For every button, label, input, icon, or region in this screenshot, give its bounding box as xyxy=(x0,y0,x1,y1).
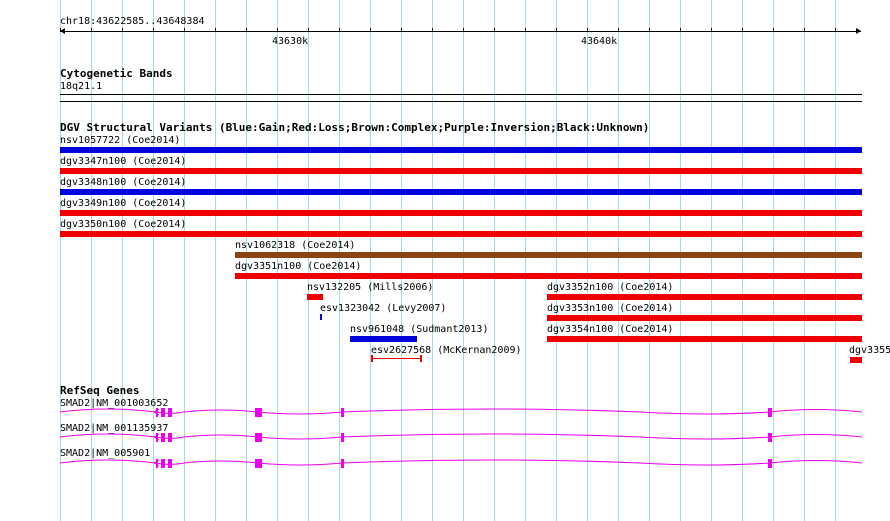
ruler-tick xyxy=(556,28,557,31)
variant-label: dgv3355 xyxy=(849,345,890,356)
exon xyxy=(255,459,262,468)
exon xyxy=(341,459,344,468)
ruler-tick xyxy=(432,28,433,31)
variant-bar[interactable] xyxy=(320,314,322,320)
exon xyxy=(161,408,165,417)
ruler-tick xyxy=(742,28,743,31)
ruler-location: chr18:43622585..43648384 xyxy=(60,16,205,27)
variant-bar[interactable] xyxy=(547,294,862,300)
variant-label: dgv3352n100 (Coe2014) xyxy=(547,282,674,293)
variant-label: dgv3350n100 (Coe2014) xyxy=(60,219,187,230)
cytoband-top-line xyxy=(60,94,862,95)
ruler-tick-label-43630k: 43630k xyxy=(272,36,309,47)
exon xyxy=(768,459,772,468)
variant-label: nsv1057722 (Coe2014) xyxy=(60,135,181,146)
ruler-tick xyxy=(370,28,371,31)
ruler-tick xyxy=(153,28,154,31)
ruler-tick xyxy=(308,28,309,31)
variant-bar[interactable] xyxy=(307,294,323,300)
variant-label: dgv3347n100 (Coe2014) xyxy=(60,156,187,167)
ruler-tick xyxy=(773,28,774,31)
ruler-tick-label-43640k: 43640k xyxy=(581,36,618,47)
ruler-tick xyxy=(277,28,278,31)
ruler-tick xyxy=(122,28,123,31)
variant-bar[interactable] xyxy=(350,336,417,342)
cytoband-track-title: Cytogenetic Bands xyxy=(60,67,173,80)
ruler-tick xyxy=(711,28,712,31)
gene-model[interactable] xyxy=(60,404,862,424)
variant-label: nsv132205 (Mills2006) xyxy=(307,282,434,293)
variant-label: dgv3353n100 (Coe2014) xyxy=(547,303,674,314)
ruler-tick xyxy=(494,28,495,31)
exon xyxy=(768,433,772,442)
ruler-axis xyxy=(60,31,861,32)
ruler-tick xyxy=(835,28,836,31)
variant-label: dgv3351n100 (Coe2014) xyxy=(235,261,362,272)
variant-label: dgv3354n100 (Coe2014) xyxy=(547,324,674,335)
variant-bar[interactable] xyxy=(60,231,862,237)
variant-bar[interactable] xyxy=(235,273,862,279)
exon xyxy=(168,459,172,468)
exon xyxy=(168,433,172,442)
ruler-right-arrow-icon xyxy=(856,28,861,34)
ruler-tick xyxy=(463,28,464,31)
exon xyxy=(255,408,262,417)
exon xyxy=(161,459,165,468)
cytoband-label: 18q21.1 xyxy=(60,81,103,92)
exon xyxy=(341,408,344,417)
ruler-tick xyxy=(339,28,340,31)
variant-label: dgv3348n100 (Coe2014) xyxy=(60,177,187,188)
ruler-tick xyxy=(215,28,216,31)
variant-bar[interactable] xyxy=(60,189,862,195)
variant-bar[interactable] xyxy=(371,355,422,362)
gene-model[interactable] xyxy=(60,455,862,475)
refseq-track-title: RefSeq Genes xyxy=(60,384,140,397)
variant-bar[interactable] xyxy=(60,210,862,216)
variant-label: esv1323042 (Levy2007) xyxy=(320,303,447,314)
exon xyxy=(768,408,772,417)
intron-line xyxy=(60,408,862,415)
ruler-tick xyxy=(246,28,247,31)
variant-bar[interactable] xyxy=(547,315,862,321)
ruler-tick xyxy=(680,28,681,31)
gene-model[interactable] xyxy=(60,429,862,449)
ruler-tick xyxy=(60,28,61,31)
variant-bar[interactable] xyxy=(850,357,862,363)
ruler-tick xyxy=(649,28,650,31)
ruler-tick xyxy=(525,28,526,31)
ruler-tick xyxy=(401,28,402,31)
ruler-tick xyxy=(184,28,185,31)
variant-label: nsv1062318 (Coe2014) xyxy=(235,240,356,251)
variant-bar[interactable] xyxy=(547,336,862,342)
exon xyxy=(161,433,165,442)
ruler-tick xyxy=(91,28,92,31)
exon xyxy=(255,433,262,442)
ruler-tick xyxy=(618,28,619,31)
exon xyxy=(341,433,344,442)
exon xyxy=(168,408,172,417)
variant-bar[interactable] xyxy=(60,168,862,174)
cytoband-bottom-line xyxy=(60,101,862,102)
intron-line xyxy=(60,459,862,466)
variant-bar[interactable] xyxy=(60,147,862,153)
variant-bar[interactable] xyxy=(235,252,862,258)
intron-line xyxy=(60,433,862,440)
ruler-tick xyxy=(587,28,588,31)
ruler-tick xyxy=(804,28,805,31)
dgv-track-title: DGV Structural Variants (Blue:Gain;Red:L… xyxy=(60,121,650,134)
variant-label: dgv3349n100 (Coe2014) xyxy=(60,198,187,209)
variant-label: nsv961048 (Sudmant2013) xyxy=(350,324,489,335)
